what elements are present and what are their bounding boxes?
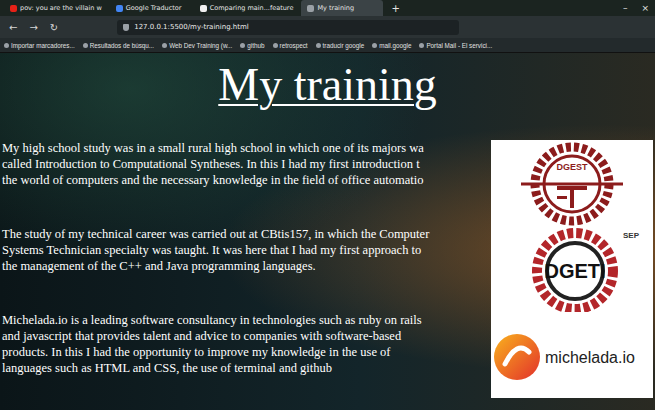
bookmark[interactable]: Web Dev Training (w... [162, 42, 232, 49]
logo-text: DGETI [544, 260, 605, 282]
training-section: The study of my technical career was car… [0, 226, 655, 312]
training-section: My high school study was in a small rura… [0, 140, 655, 226]
logo: DGEST [491, 140, 653, 226]
text-line: Michelada.io is a leading software consu… [2, 312, 485, 328]
tab-label: Comparing main...feature [210, 4, 294, 12]
section-text: Michelada.io is a leading software consu… [0, 312, 485, 376]
bookmark-icon [419, 43, 424, 48]
bookmark-icon [372, 43, 377, 48]
bookmark[interactable]: retrospect [273, 42, 308, 49]
text-line: and javascript that provides talent and … [2, 328, 485, 344]
dgeti-logo-icon: DGETI SEP [491, 226, 653, 312]
bookmark-icon [273, 43, 278, 48]
bookmark[interactable]: mail.google [372, 42, 411, 49]
tab[interactable]: Google Traductor [110, 0, 192, 16]
new-tab-button[interactable]: + [385, 0, 405, 16]
bookmark-icon [316, 43, 321, 48]
browser-window: pov: you are the villain w Google Traduc… [0, 0, 655, 410]
logo-text: michelada.io [545, 349, 635, 366]
bookmark-icon [162, 43, 167, 48]
tab-label: My training [317, 4, 354, 12]
page: My training My high school study was in … [0, 53, 655, 410]
text-line: the world of computers and the necessary… [2, 172, 485, 188]
url-text: 127.0.0.1:5500/my-training.html [134, 23, 249, 31]
page-info-icon [123, 24, 129, 31]
bookmark-icon [4, 43, 9, 48]
nav-button[interactable]: ← [6, 22, 20, 33]
michelada-logo-icon: michelada.io [491, 312, 653, 398]
nav-button[interactable]: → [26, 22, 40, 33]
navigation-bar: ← → ↻ 127.0.0.1:5500/my-training.html [0, 16, 655, 38]
text-line: the management of the C++ and Java progr… [2, 258, 485, 274]
logo-badge: SEP [623, 231, 640, 240]
text-line: The study of my technical career was car… [2, 226, 485, 242]
window-control-button[interactable]: × [635, 0, 655, 16]
section-text: The study of my technical career was car… [0, 226, 485, 274]
favicon-icon [200, 5, 207, 12]
dgest-logo-icon: DGEST [491, 140, 653, 226]
text-line: Systems Technician specialty was taught.… [2, 242, 485, 258]
tab-label: pov: you are the villain w [20, 4, 102, 12]
window-control-button[interactable]: – [617, 0, 634, 16]
section-text: My high school study was in a small rura… [0, 140, 485, 188]
logo-text: DGEST [556, 162, 588, 172]
bookmarks-bar: Importar marcadores... Resultados de bús… [0, 38, 655, 53]
bookmark[interactable]: Portal Mail - El servici... [419, 42, 492, 49]
tab-label: Google Traductor [126, 4, 182, 12]
text-line: products. In this I had the opportunity … [2, 344, 485, 360]
bookmark[interactable]: github [240, 42, 264, 49]
tab[interactable]: My training [301, 0, 383, 16]
page-heading: My training [0, 59, 655, 111]
tab-bar: pov: you are the villain w Google Traduc… [0, 0, 655, 16]
tab[interactable]: Comparing main...feature [194, 0, 300, 16]
bookmark-icon [83, 43, 88, 48]
nav-button[interactable]: ↻ [47, 22, 61, 33]
training-section: Michelada.io is a leading software consu… [0, 312, 655, 398]
logo: DGETI SEP [491, 226, 653, 312]
text-line: languages such as HTML and CSS, the use … [2, 360, 485, 376]
text-line: called Introduction to Computational Syn… [2, 156, 485, 172]
address-bar[interactable]: 127.0.0.1:5500/my-training.html [117, 20, 459, 35]
bookmark[interactable]: traducir google [316, 42, 365, 49]
favicon-icon [307, 5, 314, 12]
text-line: My high school study was in a small rura… [2, 140, 485, 156]
logo: michelada.io [491, 312, 653, 398]
tab[interactable]: pov: you are the villain w [4, 0, 108, 16]
bookmark[interactable]: Resultados de búsqu... [83, 42, 154, 49]
bookmark-icon [240, 43, 245, 48]
bookmark[interactable]: Importar marcadores... [4, 42, 75, 49]
favicon-icon [10, 5, 17, 12]
favicon-icon [116, 5, 123, 12]
